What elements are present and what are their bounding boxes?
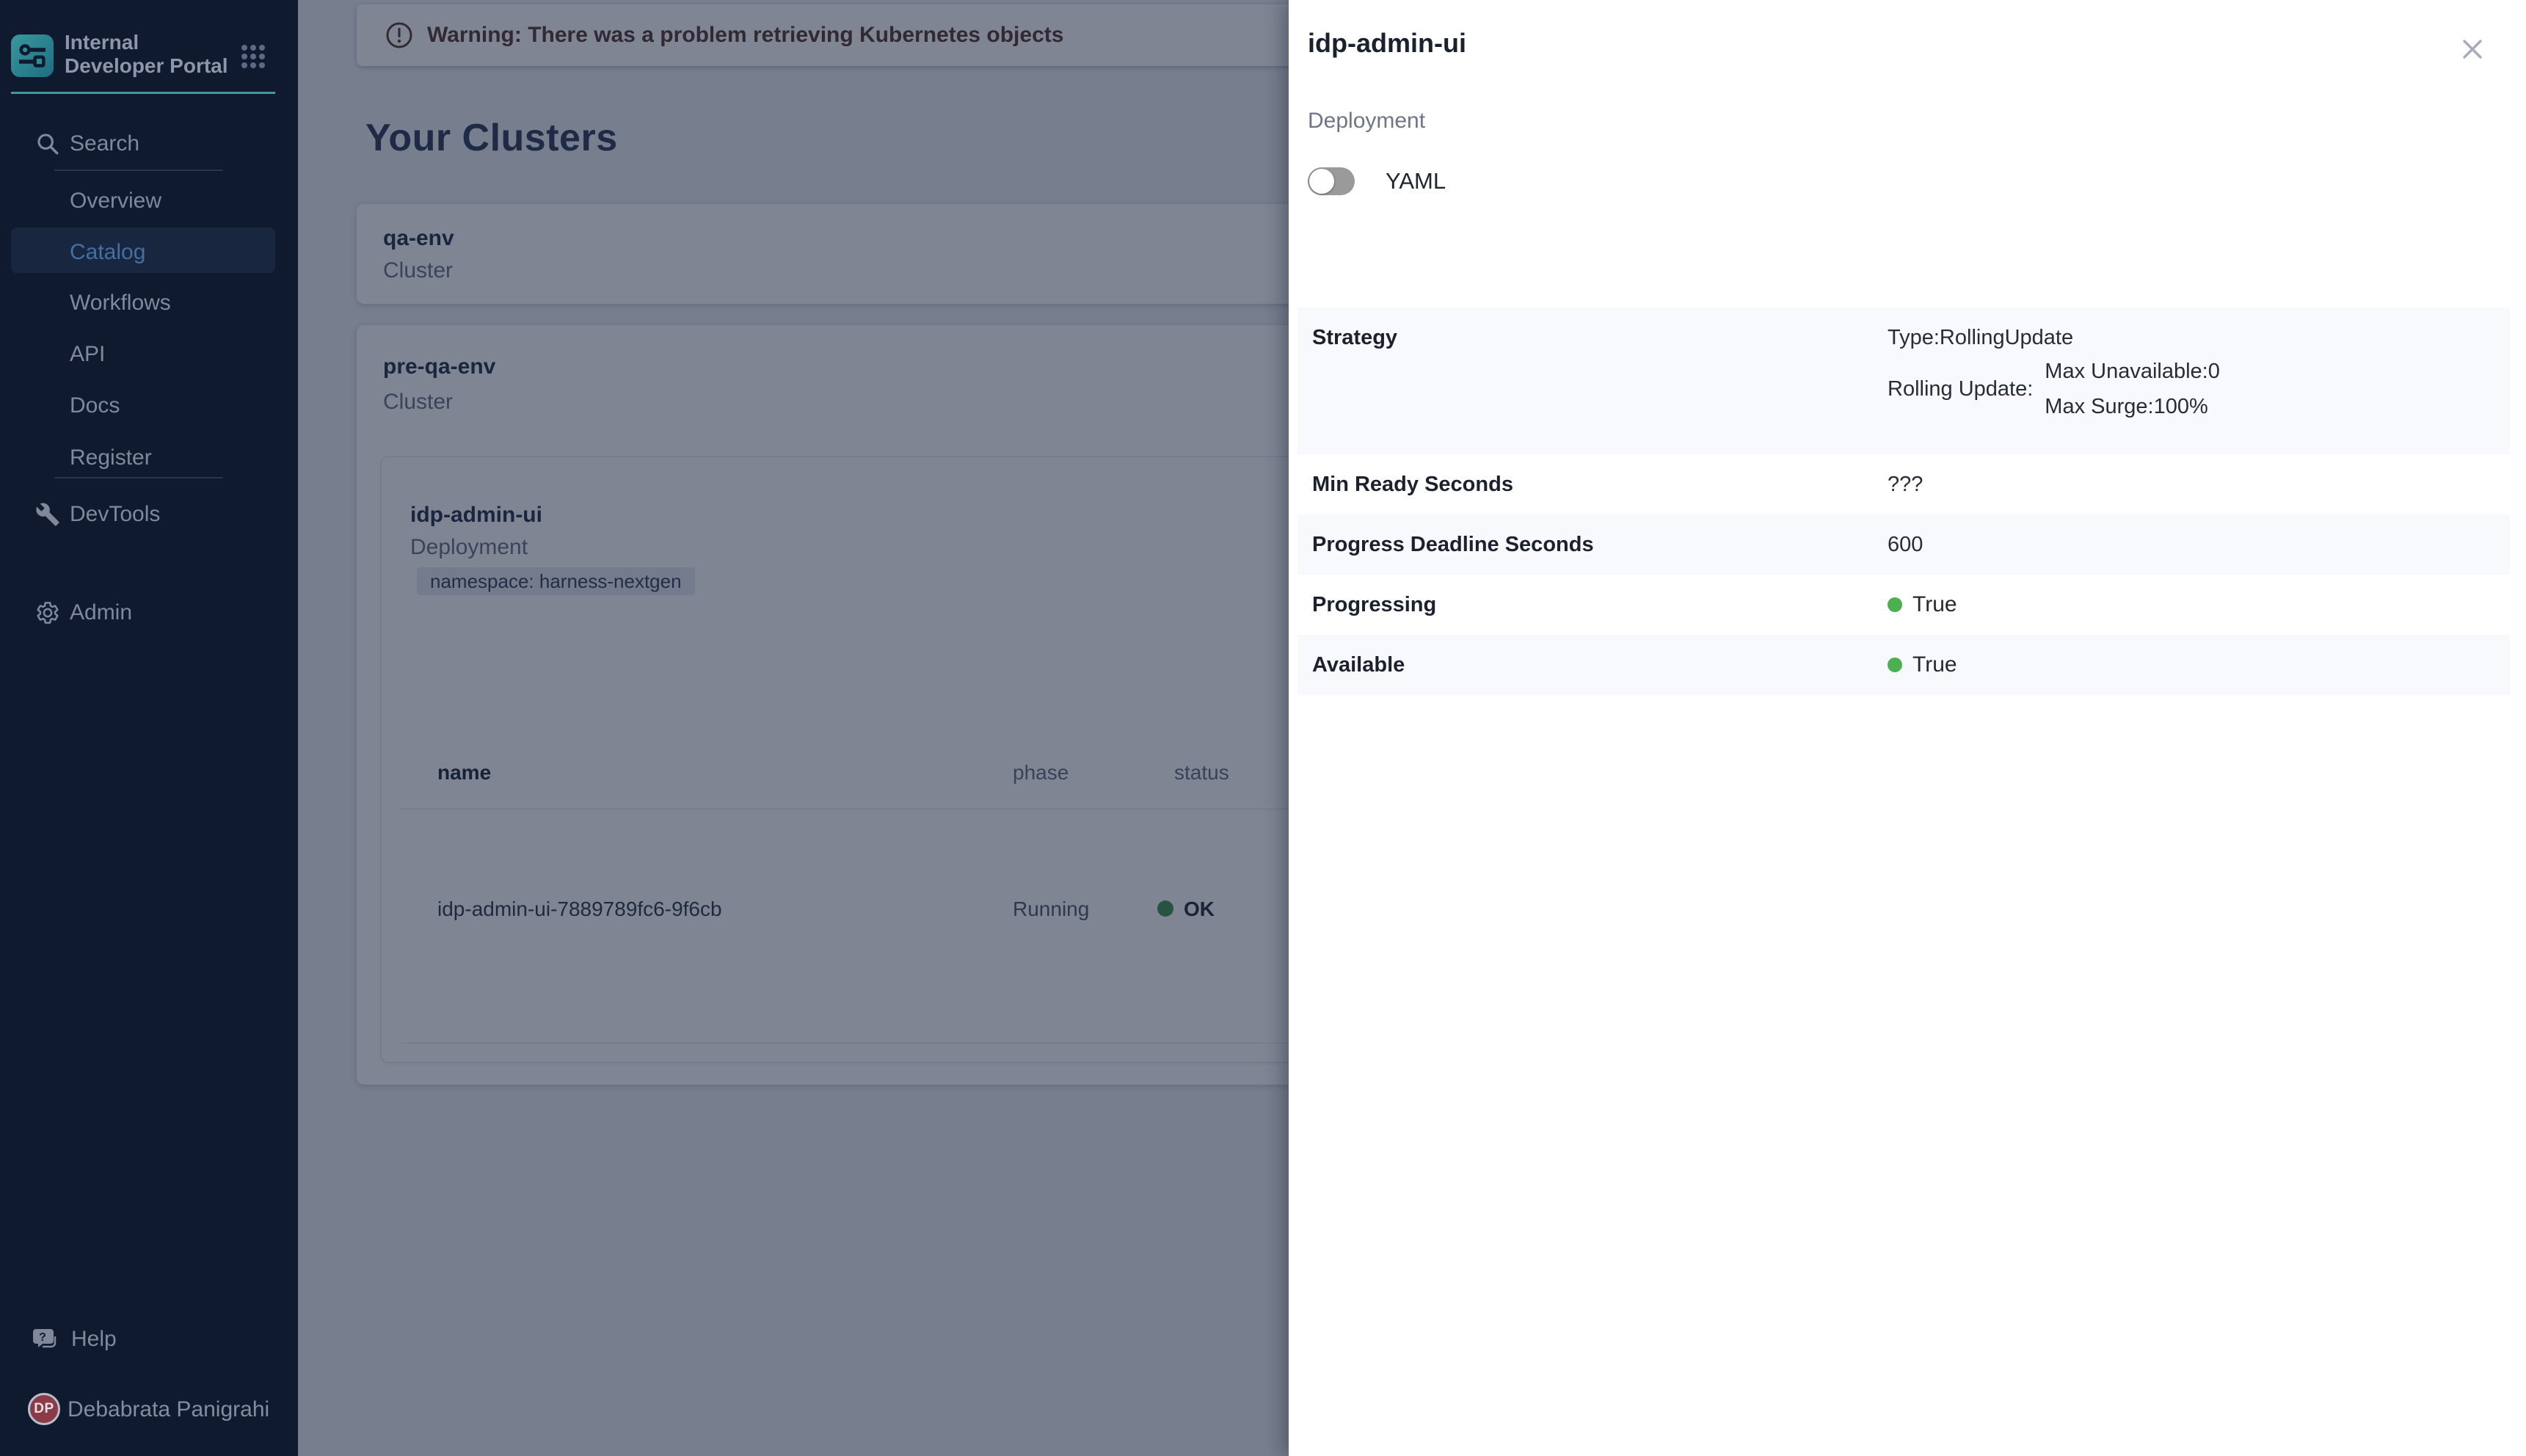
detail-row-progress-deadline-seconds: Progress Deadline Seconds 600 bbox=[1297, 514, 2510, 575]
max-surge: Max Surge:100% bbox=[2045, 394, 2220, 419]
drawer-title: idp-admin-ui bbox=[1308, 28, 1466, 59]
user-name: Debabrata Panigrahi bbox=[68, 1397, 269, 1422]
detail-label: Min Ready Seconds bbox=[1297, 454, 1868, 514]
help-chat-icon: ? bbox=[32, 1327, 60, 1355]
detail-label: Strategy bbox=[1297, 307, 1868, 454]
detail-row-min-ready-seconds: Min Ready Seconds ??? bbox=[1297, 454, 2510, 514]
sidebar: Internal Developer Portal Search Overvie… bbox=[0, 0, 298, 1456]
help-label: Help bbox=[71, 1327, 117, 1352]
sidebar-divider bbox=[54, 477, 223, 478]
yaml-toggle-row: YAML bbox=[1308, 167, 1446, 195]
yaml-toggle-switch[interactable] bbox=[1308, 167, 1355, 195]
strategy-type: Type:RollingUpdate bbox=[1888, 325, 2510, 350]
detail-label: Progress Deadline Seconds bbox=[1297, 514, 1868, 575]
avatar: DP bbox=[28, 1393, 60, 1425]
detail-value: 600 bbox=[1868, 514, 2510, 575]
app-title: Internal Developer Portal bbox=[65, 31, 233, 78]
gear-icon bbox=[35, 600, 60, 625]
drawer-subtitle: Deployment bbox=[1308, 109, 1425, 134]
detail-label: Progressing bbox=[1297, 575, 1868, 635]
status-true-dot bbox=[1888, 658, 1902, 672]
rolling-update-label: Rolling Update: bbox=[1888, 376, 2033, 401]
wrench-icon bbox=[35, 502, 60, 527]
entity-detail-drawer: idp-admin-ui Deployment YAML Strategy Ty… bbox=[1289, 0, 2526, 1456]
app-logo[interactable] bbox=[11, 34, 54, 77]
detail-value: True bbox=[1868, 575, 2510, 635]
close-icon[interactable] bbox=[2460, 37, 2489, 66]
sidebar-divider bbox=[54, 170, 223, 171]
detail-value: ??? bbox=[1868, 454, 2510, 514]
yaml-toggle-label: YAML bbox=[1386, 168, 1446, 194]
detail-row-available: Available True bbox=[1297, 635, 2510, 695]
apps-grid-icon[interactable] bbox=[241, 44, 266, 73]
toggle-knob bbox=[1309, 169, 1334, 194]
logo-glyph-icon bbox=[18, 43, 47, 69]
deployment-detail-table: Strategy Type:RollingUpdate Rolling Upda… bbox=[1297, 307, 2510, 695]
detail-row-strategy: Strategy Type:RollingUpdate Rolling Upda… bbox=[1297, 307, 2510, 454]
max-unavailable: Max Unavailable:0 bbox=[2045, 359, 2220, 384]
search-icon bbox=[35, 131, 60, 156]
svg-text:?: ? bbox=[39, 1331, 46, 1344]
detail-value: True bbox=[1868, 635, 2510, 695]
detail-value: Type:RollingUpdate Rolling Update: Max U… bbox=[1868, 307, 2510, 454]
app-root: Warning: There was a problem retrieving … bbox=[0, 0, 2526, 1456]
avatar-initials: DP bbox=[34, 1401, 54, 1417]
sidebar-accent-divider bbox=[11, 92, 275, 94]
detail-row-progressing: Progressing True bbox=[1297, 575, 2510, 635]
detail-label: Available bbox=[1297, 635, 1868, 695]
status-true-dot bbox=[1888, 597, 1902, 612]
